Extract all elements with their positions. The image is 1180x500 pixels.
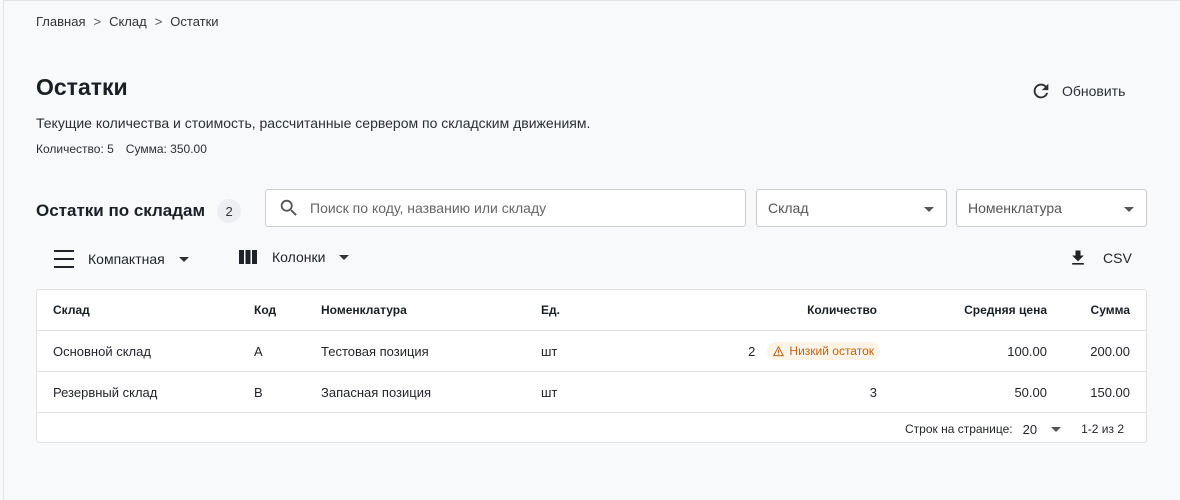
totals: Количество: 5 Сумма: 350.00 xyxy=(36,142,207,156)
page-title: Остатки xyxy=(36,74,128,100)
table-row[interactable]: Резервный склад B Запасная позиция шт 3 … xyxy=(37,371,1146,413)
breadcrumb-item-current: Остатки xyxy=(170,14,219,29)
nomenclature-filter-select[interactable]: Номенклатура xyxy=(956,189,1147,227)
table-header-row: Склад Код Номенклатура Ед. Количество Ср… xyxy=(37,290,1146,331)
export-label: CSV xyxy=(1103,250,1132,266)
column-header-avg-price[interactable]: Средняя цена xyxy=(877,290,1047,331)
cell-quantity: 2 Низкий остаток xyxy=(611,330,880,372)
download-icon xyxy=(1072,250,1084,265)
table-row[interactable]: Основной склад A Тестовая позиция шт 2 Н… xyxy=(37,330,1146,372)
chevron-down-icon xyxy=(924,206,934,212)
section-header: Остатки по складам 2 xyxy=(36,199,242,223)
search-icon xyxy=(280,199,297,216)
low-stock-label: Низкий остаток xyxy=(789,344,874,358)
total-quantity: Количество: 5 xyxy=(36,142,114,156)
cell-nomenclature: Тестовая позиция xyxy=(321,330,541,372)
columns-icon xyxy=(239,250,257,264)
rows-per-page-label: Строк на странице: xyxy=(904,422,1013,436)
count-badge: 2 xyxy=(217,199,242,223)
cell-sum: 150.00 xyxy=(1047,371,1146,413)
column-header-sum[interactable]: Сумма xyxy=(1047,290,1146,331)
table-pagination: Строк на странице: 20 1-2 из 2 xyxy=(37,413,1146,442)
warning-icon xyxy=(773,345,785,356)
cell-nomenclature: Запасная позиция xyxy=(321,371,541,413)
nomenclature-filter-label: Номенклатура xyxy=(968,200,1062,216)
warehouse-filter-label: Склад xyxy=(768,200,809,216)
caret-down-icon xyxy=(339,254,350,260)
export-csv-button[interactable]: CSV xyxy=(1068,248,1132,268)
column-header-quantity[interactable]: Количество xyxy=(611,290,877,331)
chevron-down-icon xyxy=(1051,426,1062,432)
refresh-icon xyxy=(1033,83,1049,99)
cell-warehouse: Резервный склад xyxy=(37,371,254,413)
density-icon xyxy=(54,250,74,268)
cell-code: B xyxy=(254,371,321,413)
cell-sum: 200.00 xyxy=(1047,330,1146,372)
column-header-nomenclature[interactable]: Номенклатура xyxy=(321,290,541,331)
cell-code: A xyxy=(254,330,321,372)
cell-warehouse: Основной склад xyxy=(37,330,254,372)
cell-avg-price: 100.00 xyxy=(877,330,1047,372)
breadcrumb-item-warehouse[interactable]: Склад xyxy=(109,14,147,29)
breadcrumb-separator: > xyxy=(93,14,102,29)
search-input[interactable] xyxy=(308,199,712,217)
page-description: Текущие количества и стоимость, рассчита… xyxy=(36,115,591,131)
search-field[interactable] xyxy=(265,189,746,227)
column-header-unit[interactable]: Ед. xyxy=(541,290,611,331)
stock-table: Склад Код Номенклатура Ед. Количество Ср… xyxy=(36,289,1147,443)
warehouse-filter-select[interactable]: Склад xyxy=(756,189,947,227)
column-header-warehouse[interactable]: Склад xyxy=(37,290,254,331)
total-sum: Сумма: 350.00 xyxy=(125,142,207,156)
section-title: Остатки по складам xyxy=(36,201,206,220)
pagination-range: 1-2 из 2 xyxy=(1081,422,1124,436)
cell-unit: шт xyxy=(541,371,611,413)
density-button[interactable]: Компактная xyxy=(53,248,189,270)
breadcrumb: Главная > Склад > Остатки xyxy=(36,14,219,29)
columns-button[interactable]: Колонки xyxy=(238,248,350,266)
breadcrumb-item-home[interactable]: Главная xyxy=(36,14,85,29)
rows-per-page-value: 20 xyxy=(1022,421,1038,437)
cell-avg-price: 50.00 xyxy=(877,371,1047,413)
cell-quantity: 3 xyxy=(611,371,877,413)
cell-unit: шт xyxy=(541,330,611,372)
breadcrumb-separator: > xyxy=(154,14,163,29)
column-header-code[interactable]: Код xyxy=(254,290,321,331)
refresh-label: Обновить xyxy=(1062,83,1126,99)
caret-down-icon xyxy=(178,256,189,262)
columns-label: Колонки xyxy=(272,249,326,265)
chevron-down-icon xyxy=(1124,206,1134,212)
low-stock-badge: Низкий остаток xyxy=(767,342,880,360)
rows-per-page-select[interactable]: 20 xyxy=(1022,421,1062,437)
quantity-value: 2 xyxy=(748,343,756,359)
density-label: Компактная xyxy=(88,251,165,267)
refresh-button[interactable]: Обновить xyxy=(1030,80,1125,102)
